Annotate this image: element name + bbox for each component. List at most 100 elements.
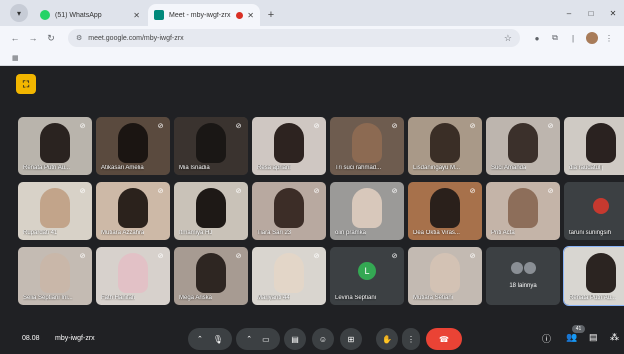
extension-icon[interactable]: ● [530,34,544,43]
reload-icon[interactable]: ↻ [44,33,58,44]
url-text[interactable]: meet.google.com/mby-iwgf-zrx [88,35,504,42]
participant-tile[interactable]: ⊘ Mariyanti 44 [252,247,326,305]
bookmark-star-icon[interactable]: ☆ [504,33,512,44]
participant-name: Selia Septiani Ini... [23,295,73,301]
participant-name: Itmamiya HJ [179,230,213,236]
back-icon[interactable]: ← [8,33,22,43]
participant-figure [118,123,148,163]
participant-tile[interactable]: ⊘dia raudatul j [564,117,624,175]
close-tab-icon[interactable]: ✕ [133,11,140,20]
participant-tile[interactable]: 18 lainnya [486,247,560,305]
people-icon[interactable]: 👥 [566,332,577,343]
mic-icon[interactable]: 🎙 [213,335,223,344]
address-bar[interactable]: ⚙ meet.google.com/mby-iwgf-zrx ☆ [68,29,520,47]
tab-meet[interactable]: Meet - mby-iwgf-zrx ✕ [148,4,260,26]
apps-grid-icon[interactable]: ▦ [12,54,19,62]
site-info-icon[interactable]: ⚙ [76,34,82,42]
present-button[interactable]: ⊞ [340,328,362,350]
browser-toolbar: ← → ↻ ⚙ meet.google.com/mby-iwgf-zrx ☆ ●… [0,26,624,50]
participant-tile[interactable]: ⊘Renata Putri Au... [563,246,624,306]
participant-tile[interactable]: ⊘ Mia Isnadia [174,117,248,175]
participant-video [486,247,560,305]
participant-tile[interactable]: ⊘taruni suningsih [564,182,624,240]
hand-icon: ✋ [382,334,392,344]
chevron-up-icon[interactable]: ⌃ [197,335,203,343]
mic-off-icon: ⊘ [391,188,398,195]
chevron-up-icon[interactable]: ⌃ [246,335,252,343]
participant-tile[interactable]: ⊘ Dea Oktia Viras... [408,182,482,240]
participant-figure [40,123,70,163]
new-tab-button[interactable]: + [262,6,280,24]
close-tab-icon[interactable]: ✕ [247,11,254,20]
participant-name: Resa apriani [257,165,291,171]
hangup-icon: ☎ [439,334,449,344]
raise-hand-button[interactable]: ✋ [376,328,398,350]
more-vert-icon: ⋮ [407,334,415,344]
participant-avatar: L [358,262,376,280]
more-participants-avatars [511,262,537,274]
participant-tile[interactable]: ⊘ olin pramka [330,182,404,240]
emoji-icon: ☺ [318,334,328,344]
tab-search-icon[interactable]: ▾ [10,4,28,22]
participant-tile[interactable]: ⊘ Tri suci rahmad... [330,117,404,175]
participant-figure [196,123,226,163]
close-window-button[interactable]: ✕ [602,0,624,26]
participant-figure [196,188,226,228]
participant-tile[interactable]: ⊘ Itmamiya HJ [174,182,248,240]
camera-icon[interactable]: ▭ [262,335,270,344]
participant-figure [508,123,538,163]
emoji-button[interactable]: ☺ [312,328,334,350]
participant-tile[interactable]: ⊘ Fath Hanifah [96,247,170,305]
participant-name: olin pramka [335,230,367,236]
mic-off-icon: ⊘ [469,188,476,195]
participant-name: Tiara Sari 23 [257,230,292,236]
meet-favicon-icon [154,10,164,20]
participant-name: Mia Isnadia [179,165,210,171]
mic-off-icon: ⊘ [547,123,554,130]
participant-figure [352,188,382,228]
tab-strip: ▾ (51) WhatsApp ✕ Meet - mby-iwgf-zrx ✕ … [0,0,624,26]
captions-icon: ▤ [291,334,299,344]
participant-tile[interactable]: ⊘ Suci Amanda [486,117,560,175]
extensions-puzzle-icon[interactable]: ⧉ [548,33,562,43]
captions-button[interactable]: ▤ [284,328,306,350]
maximize-button[interactable]: □ [580,0,602,26]
participant-tile[interactable]: ⊘ Lisdaningayu M... [408,117,482,175]
camera-control[interactable]: ⌃ ▭ [236,328,280,350]
participant-name: Dea Oktia Viras... [413,230,460,236]
more-options-button[interactable]: ⋮ [402,328,420,350]
activities-icon[interactable]: ⛶ [16,74,36,94]
tab-whatsapp[interactable]: (51) WhatsApp ✕ [34,4,146,26]
participant-figure [118,253,148,293]
participant-name: Priti Acta [491,230,515,236]
participant-tile[interactable]: ⊘Renata Putri Au... [18,117,92,175]
activities-shapes-icon[interactable]: ⁂ [610,332,619,343]
forward-icon[interactable]: → [26,33,40,43]
participant-name: Mutiara Setiani [413,295,454,301]
menu-icon[interactable]: ⋮ [602,34,616,43]
participant-avatar [593,198,609,214]
minimize-button[interactable]: – [558,0,580,26]
mic-control[interactable]: ⌃ 🎙 [188,328,232,350]
participant-tile[interactable]: L ⊘ Levina Septiani [330,247,404,305]
participant-name: Tri suci rahmad... [335,165,382,171]
participant-tile[interactable]: ⊘ Tiara Sari 23 [252,182,326,240]
participant-name: Mega Ariska [179,295,213,301]
participant-tile[interactable]: ⊘ Mutiara Azzahra [96,182,170,240]
participant-tile[interactable]: ⊘ Resa apriani [252,117,326,175]
divider-icon: | [571,33,575,43]
participant-tile[interactable]: ⊘ Atikasari Amelia [96,117,170,175]
participant-tile[interactable]: ⊘ Rupardati 41 [18,182,92,240]
participant-tile[interactable]: ⊘ Selia Septiani Ini... [18,247,92,305]
participant-name: taruni suningsih [569,230,612,236]
participant-name: Mariyanti 44 [257,295,290,301]
participant-tile[interactable]: ⊘ Mega Ariska [174,247,248,305]
participant-tile[interactable]: ⊘ Priti Acta [486,182,560,240]
participant-figure [586,123,616,163]
info-icon[interactable]: ⓘ [542,332,551,345]
participant-tile[interactable]: ⊘ Mutiara Setiani [408,247,482,305]
chat-icon[interactable]: ▤ [589,332,598,343]
leave-call-button[interactable]: ☎ [426,328,462,350]
profile-avatar[interactable] [586,32,598,44]
participant-figure [274,253,304,293]
